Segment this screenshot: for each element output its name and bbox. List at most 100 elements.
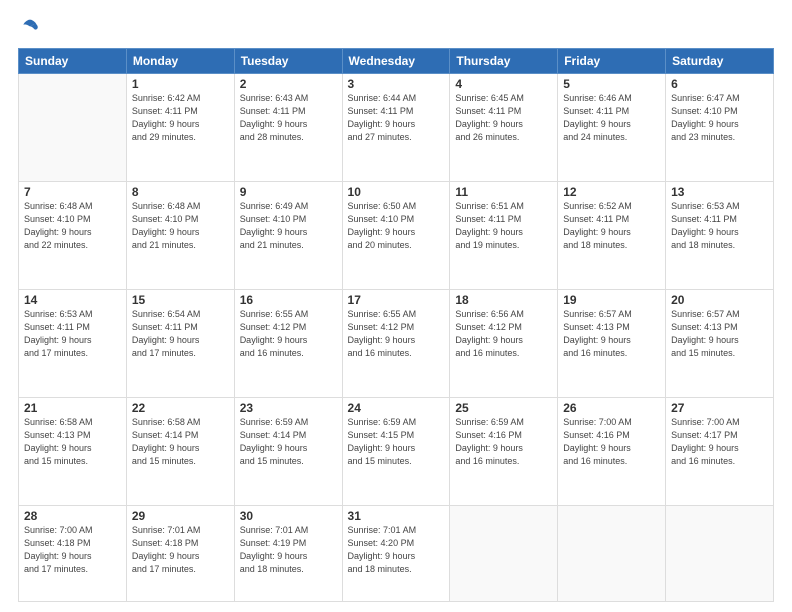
day-number: 27 xyxy=(671,401,768,415)
day-number: 24 xyxy=(348,401,445,415)
calendar-cell: 11Sunrise: 6:51 AMSunset: 4:11 PMDayligh… xyxy=(450,182,558,290)
calendar-header-saturday: Saturday xyxy=(666,49,774,74)
day-number: 4 xyxy=(455,77,552,91)
calendar-header-friday: Friday xyxy=(558,49,666,74)
cell-info: Sunrise: 6:48 AMSunset: 4:10 PMDaylight:… xyxy=(132,200,229,252)
cell-info: Sunrise: 6:55 AMSunset: 4:12 PMDaylight:… xyxy=(348,308,445,360)
day-number: 26 xyxy=(563,401,660,415)
cell-info: Sunrise: 6:50 AMSunset: 4:10 PMDaylight:… xyxy=(348,200,445,252)
calendar-cell: 12Sunrise: 6:52 AMSunset: 4:11 PMDayligh… xyxy=(558,182,666,290)
day-number: 10 xyxy=(348,185,445,199)
day-number: 12 xyxy=(563,185,660,199)
day-number: 15 xyxy=(132,293,229,307)
cell-info: Sunrise: 6:57 AMSunset: 4:13 PMDaylight:… xyxy=(671,308,768,360)
day-number: 18 xyxy=(455,293,552,307)
cell-info: Sunrise: 6:54 AMSunset: 4:11 PMDaylight:… xyxy=(132,308,229,360)
day-number: 17 xyxy=(348,293,445,307)
calendar-week-5: 28Sunrise: 7:00 AMSunset: 4:18 PMDayligh… xyxy=(19,506,774,602)
cell-info: Sunrise: 6:56 AMSunset: 4:12 PMDaylight:… xyxy=(455,308,552,360)
calendar-cell: 14Sunrise: 6:53 AMSunset: 4:11 PMDayligh… xyxy=(19,290,127,398)
calendar-cell: 29Sunrise: 7:01 AMSunset: 4:18 PMDayligh… xyxy=(126,506,234,602)
cell-info: Sunrise: 7:00 AMSunset: 4:16 PMDaylight:… xyxy=(563,416,660,468)
calendar-cell: 2Sunrise: 6:43 AMSunset: 4:11 PMDaylight… xyxy=(234,74,342,182)
calendar-week-3: 14Sunrise: 6:53 AMSunset: 4:11 PMDayligh… xyxy=(19,290,774,398)
day-number: 8 xyxy=(132,185,229,199)
cell-info: Sunrise: 6:47 AMSunset: 4:10 PMDaylight:… xyxy=(671,92,768,144)
calendar-cell: 20Sunrise: 6:57 AMSunset: 4:13 PMDayligh… xyxy=(666,290,774,398)
cell-info: Sunrise: 7:01 AMSunset: 4:19 PMDaylight:… xyxy=(240,524,337,576)
calendar-cell: 15Sunrise: 6:54 AMSunset: 4:11 PMDayligh… xyxy=(126,290,234,398)
day-number: 14 xyxy=(24,293,121,307)
calendar-cell: 4Sunrise: 6:45 AMSunset: 4:11 PMDaylight… xyxy=(450,74,558,182)
cell-info: Sunrise: 6:42 AMSunset: 4:11 PMDaylight:… xyxy=(132,92,229,144)
calendar-cell: 19Sunrise: 6:57 AMSunset: 4:13 PMDayligh… xyxy=(558,290,666,398)
calendar-cell xyxy=(666,506,774,602)
calendar-cell: 6Sunrise: 6:47 AMSunset: 4:10 PMDaylight… xyxy=(666,74,774,182)
calendar-header-row: SundayMondayTuesdayWednesdayThursdayFrid… xyxy=(19,49,774,74)
cell-info: Sunrise: 6:43 AMSunset: 4:11 PMDaylight:… xyxy=(240,92,337,144)
cell-info: Sunrise: 6:59 AMSunset: 4:15 PMDaylight:… xyxy=(348,416,445,468)
day-number: 21 xyxy=(24,401,121,415)
cell-info: Sunrise: 7:01 AMSunset: 4:18 PMDaylight:… xyxy=(132,524,229,576)
calendar-cell: 10Sunrise: 6:50 AMSunset: 4:10 PMDayligh… xyxy=(342,182,450,290)
calendar-cell: 27Sunrise: 7:00 AMSunset: 4:17 PMDayligh… xyxy=(666,398,774,506)
calendar-cell: 22Sunrise: 6:58 AMSunset: 4:14 PMDayligh… xyxy=(126,398,234,506)
calendar-cell: 25Sunrise: 6:59 AMSunset: 4:16 PMDayligh… xyxy=(450,398,558,506)
cell-info: Sunrise: 6:45 AMSunset: 4:11 PMDaylight:… xyxy=(455,92,552,144)
calendar-cell: 9Sunrise: 6:49 AMSunset: 4:10 PMDaylight… xyxy=(234,182,342,290)
day-number: 13 xyxy=(671,185,768,199)
calendar-week-1: 1Sunrise: 6:42 AMSunset: 4:11 PMDaylight… xyxy=(19,74,774,182)
page: SundayMondayTuesdayWednesdayThursdayFrid… xyxy=(0,0,792,612)
day-number: 9 xyxy=(240,185,337,199)
cell-info: Sunrise: 6:46 AMSunset: 4:11 PMDaylight:… xyxy=(563,92,660,144)
calendar-week-4: 21Sunrise: 6:58 AMSunset: 4:13 PMDayligh… xyxy=(19,398,774,506)
calendar-header-monday: Monday xyxy=(126,49,234,74)
calendar-header-wednesday: Wednesday xyxy=(342,49,450,74)
cell-info: Sunrise: 6:52 AMSunset: 4:11 PMDaylight:… xyxy=(563,200,660,252)
calendar-header-sunday: Sunday xyxy=(19,49,127,74)
cell-info: Sunrise: 6:57 AMSunset: 4:13 PMDaylight:… xyxy=(563,308,660,360)
calendar-table: SundayMondayTuesdayWednesdayThursdayFrid… xyxy=(18,48,774,602)
day-number: 22 xyxy=(132,401,229,415)
day-number: 3 xyxy=(348,77,445,91)
calendar-cell: 8Sunrise: 6:48 AMSunset: 4:10 PMDaylight… xyxy=(126,182,234,290)
calendar-cell xyxy=(450,506,558,602)
cell-info: Sunrise: 6:53 AMSunset: 4:11 PMDaylight:… xyxy=(24,308,121,360)
cell-info: Sunrise: 6:53 AMSunset: 4:11 PMDaylight:… xyxy=(671,200,768,252)
day-number: 7 xyxy=(24,185,121,199)
day-number: 16 xyxy=(240,293,337,307)
calendar-cell: 23Sunrise: 6:59 AMSunset: 4:14 PMDayligh… xyxy=(234,398,342,506)
day-number: 1 xyxy=(132,77,229,91)
cell-info: Sunrise: 6:51 AMSunset: 4:11 PMDaylight:… xyxy=(455,200,552,252)
calendar-cell: 26Sunrise: 7:00 AMSunset: 4:16 PMDayligh… xyxy=(558,398,666,506)
day-number: 28 xyxy=(24,509,121,523)
day-number: 19 xyxy=(563,293,660,307)
cell-info: Sunrise: 6:59 AMSunset: 4:16 PMDaylight:… xyxy=(455,416,552,468)
day-number: 23 xyxy=(240,401,337,415)
day-number: 30 xyxy=(240,509,337,523)
calendar-cell: 28Sunrise: 7:00 AMSunset: 4:18 PMDayligh… xyxy=(19,506,127,602)
cell-info: Sunrise: 6:49 AMSunset: 4:10 PMDaylight:… xyxy=(240,200,337,252)
day-number: 25 xyxy=(455,401,552,415)
cell-info: Sunrise: 6:55 AMSunset: 4:12 PMDaylight:… xyxy=(240,308,337,360)
calendar-header-thursday: Thursday xyxy=(450,49,558,74)
calendar-cell: 17Sunrise: 6:55 AMSunset: 4:12 PMDayligh… xyxy=(342,290,450,398)
day-number: 2 xyxy=(240,77,337,91)
logo xyxy=(18,18,40,38)
calendar-cell: 1Sunrise: 6:42 AMSunset: 4:11 PMDaylight… xyxy=(126,74,234,182)
cell-info: Sunrise: 6:58 AMSunset: 4:13 PMDaylight:… xyxy=(24,416,121,468)
calendar-cell: 3Sunrise: 6:44 AMSunset: 4:11 PMDaylight… xyxy=(342,74,450,182)
day-number: 11 xyxy=(455,185,552,199)
day-number: 31 xyxy=(348,509,445,523)
calendar-cell: 5Sunrise: 6:46 AMSunset: 4:11 PMDaylight… xyxy=(558,74,666,182)
cell-info: Sunrise: 7:00 AMSunset: 4:18 PMDaylight:… xyxy=(24,524,121,576)
calendar-week-2: 7 Sunrise: 6:48 AMSunset: 4:10 PMDaylight… xyxy=(19,182,774,290)
calendar-cell: 24Sunrise: 6:59 AMSunset: 4:15 PMDayligh… xyxy=(342,398,450,506)
day-number: 5 xyxy=(563,77,660,91)
day-number: 29 xyxy=(132,509,229,523)
day-number: 20 xyxy=(671,293,768,307)
calendar-cell: 31Sunrise: 7:01 AMSunset: 4:20 PMDayligh… xyxy=(342,506,450,602)
calendar-cell xyxy=(19,74,127,182)
cell-info: Sunrise: 7:00 AMSunset: 4:17 PMDaylight:… xyxy=(671,416,768,468)
cell-info: Sunrise: 6:44 AMSunset: 4:11 PMDaylight:… xyxy=(348,92,445,144)
